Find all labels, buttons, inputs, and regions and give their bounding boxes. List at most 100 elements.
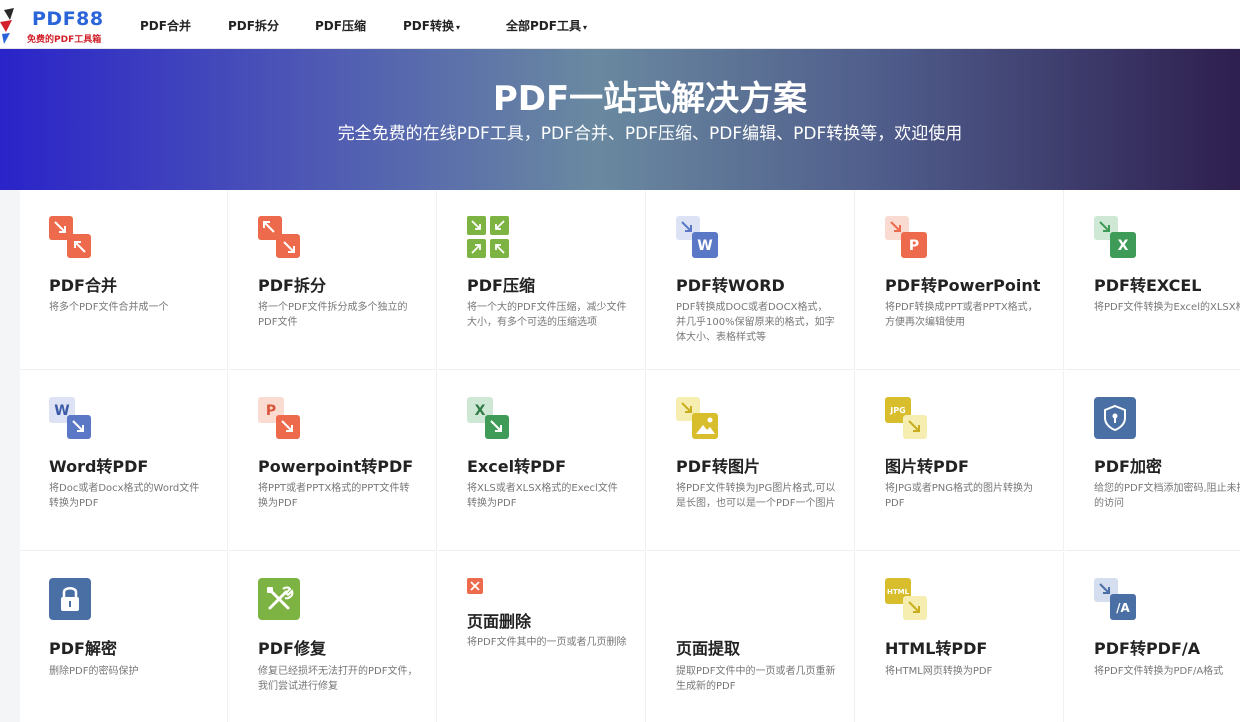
nav-merge[interactable]: PDF合并: [140, 17, 191, 34]
caret-down-icon: ▾: [582, 23, 587, 32]
caret-down-icon: ▾: [455, 23, 460, 32]
tool-title: 页面提取: [676, 639, 741, 658]
tool-description: 将PDF文件其中的一页或者几页删除: [467, 637, 627, 648]
tool-description: 将JPG或者PNG格式的图片转换为PDF: [885, 483, 1033, 509]
image-to-pdf-icon: JPG: [885, 397, 927, 439]
tool-title: PDF加密: [1094, 457, 1162, 476]
hero-banner: PDF一站式解决方案 完全免费的在线PDF工具，PDF合并、PDF压缩、PDF编…: [0, 49, 1240, 190]
tool-title: PDF转WORD: [676, 276, 785, 295]
tool-title: Excel转PDF: [467, 457, 567, 476]
badge-text: P: [909, 238, 919, 254]
tool-description: 将XLS或者XLSX格式的Execl文件转换为PDF: [467, 483, 618, 509]
tool-description: 将PPT或者PPTX格式的PPT文件转换为PDF: [258, 483, 410, 509]
badge-text: /A: [1116, 601, 1130, 615]
tool-title: 图片转PDF: [885, 457, 969, 476]
logo-mark-icon: [0, 8, 14, 44]
nav-all-tools-label: 全部PDF工具: [506, 19, 581, 33]
tool-title: PDF解密: [49, 639, 117, 658]
tool-title: 页面删除: [467, 612, 532, 631]
tool-title: HTML转PDF: [885, 639, 988, 658]
tool-description: 给您的PDF文档添加密码,阻止未授权的访问: [1094, 483, 1240, 509]
tool-card-pdf-to-pdfa[interactable]: /A PDF转PDF/A 将PDF文件转换为PDF/A格式: [1065, 552, 1240, 722]
tool-description: 将多个PDF文件合并成一个: [49, 302, 169, 313]
pdf-to-excel-icon: X: [1094, 216, 1136, 258]
site-logo[interactable]: PDF88 免费的PDF工具箱: [0, 4, 120, 46]
tool-card-pdf-to-word[interactable]: W PDF转WORD PDF转换成DOC或者DOCX格式，并几乎100%保留原来…: [647, 190, 855, 370]
tool-card-word-to-pdf[interactable]: W Word转PDF 将Doc或者Docx格式的Word文件转换为PDF: [20, 371, 228, 551]
nav-all-tools-dropdown[interactable]: 全部PDF工具 ▾: [506, 17, 587, 34]
logo-subtitle: 免费的PDF工具箱: [27, 35, 102, 45]
pdf-to-pdfa-icon: /A: [1094, 578, 1136, 620]
tool-card-extract-pages[interactable]: 页面提取 提取PDF文件中的一页或者几页重新生成新的PDF: [647, 552, 855, 722]
tool-card-ppt-to-pdf[interactable]: P Powerpoint转PDF 将PPT或者PPTX格式的PPT文件转换为PD…: [229, 371, 437, 551]
tool-title: PDF拆分: [258, 276, 326, 295]
tool-card-pdf-repair[interactable]: PDF修复 修复已经损坏无法打开的PDF文件，我们尝试进行修复: [229, 552, 437, 722]
pdf-to-ppt-icon: P: [885, 216, 927, 258]
compress-icon: [467, 216, 509, 258]
hero-subtitle: 完全免费的在线PDF工具，PDF合并、PDF压缩、PDF编辑、PDF转换等，欢迎…: [337, 124, 963, 144]
ppt-to-pdf-icon: P: [258, 397, 300, 439]
tool-description: 将PDF转换成PPT或者PPTX格式，方便再次编辑使用: [885, 302, 1038, 328]
nav-compress-label: PDF压缩: [315, 19, 366, 33]
tool-title: Powerpoint转PDF: [258, 457, 414, 476]
tool-title: PDF转图片: [676, 457, 760, 476]
tool-description: 将PDF文件转换为PDF/A格式: [1094, 666, 1224, 677]
tool-title: PDF转PowerPoint: [885, 276, 1041, 295]
badge-text: JPG: [889, 406, 905, 415]
tool-description: 将一个大的PDF文件压缩，减少文件大小，有多个可选的压缩选项: [467, 302, 627, 328]
tool-card-pdf-compress[interactable]: PDF压缩 将一个大的PDF文件压缩，减少文件大小，有多个可选的压缩选项: [438, 190, 646, 370]
tool-card-excel-to-pdf[interactable]: X Excel转PDF 将XLS或者XLSX格式的Execl文件转换为PDF: [438, 371, 646, 551]
tool-card-pdf-split[interactable]: PDF拆分 将一个PDF文件拆分成多个独立的PDF文件: [229, 190, 437, 370]
tool-description: 将HTML网页转换为PDF: [885, 666, 993, 677]
merge-icon: [49, 216, 91, 258]
nav-split-label: PDF拆分: [228, 19, 279, 33]
pdf-to-image-icon: [676, 397, 718, 439]
tool-title: PDF压缩: [467, 276, 535, 295]
tool-description: 将PDF文件转换为JPG图片格式,可以是长图，也可以是一个PDF一个图片: [676, 483, 836, 509]
pdf-to-word-icon: W: [676, 216, 718, 258]
nav-split[interactable]: PDF拆分: [228, 17, 279, 34]
word-to-pdf-icon: W: [49, 397, 91, 439]
badge-text: X: [1118, 238, 1129, 254]
tool-card-pdf-decrypt[interactable]: PDF解密 删除PDF的密码保护: [20, 552, 228, 722]
tool-title: Word转PDF: [49, 457, 149, 476]
tool-description: 将一个PDF文件拆分成多个独立的PDF文件: [258, 302, 408, 328]
split-icon: [258, 216, 300, 258]
tool-card-pdf-merge[interactable]: PDF合并 将多个PDF文件合并成一个: [20, 190, 228, 370]
nav-convert-dropdown[interactable]: PDF转换 ▾: [403, 17, 460, 34]
shield-icon: [1094, 397, 1136, 439]
nav-compress[interactable]: PDF压缩: [315, 17, 366, 34]
tool-title: PDF转EXCEL: [1094, 276, 1202, 295]
tool-description: 修复已经损坏无法打开的PDF文件，我们尝试进行修复: [258, 666, 418, 692]
badge-text: X: [475, 403, 486, 419]
tool-card-image-to-pdf[interactable]: JPG 图片转PDF 将JPG或者PNG格式的图片转换为PDF: [856, 371, 1064, 551]
tool-description: 将Doc或者Docx格式的Word文件转换为PDF: [49, 483, 200, 509]
hero-title: PDF一站式解决方案: [492, 79, 808, 119]
tool-description: 提取PDF文件中的一页或者几页重新生成新的PDF: [676, 666, 836, 692]
tool-title: PDF修复: [258, 639, 326, 658]
excel-to-pdf-icon: X: [467, 397, 509, 439]
lock-icon: [49, 578, 91, 620]
nav-merge-label: PDF合并: [140, 19, 191, 33]
top-header: PDF88 免费的PDF工具箱 PDF合并 PDF拆分 PDF压缩 PDF转换 ▾…: [0, 0, 1240, 49]
badge-text: HTML: [887, 588, 910, 596]
tool-title: PDF转PDF/A: [1094, 639, 1201, 658]
tool-card-html-to-pdf[interactable]: HTML HTML转PDF 将HTML网页转换为PDF: [856, 552, 1064, 722]
tool-card-pdf-encrypt[interactable]: PDF加密 给您的PDF文档添加密码,阻止未授权的访问: [1065, 371, 1240, 551]
tool-card-pdf-to-image[interactable]: PDF转图片 将PDF文件转换为JPG图片格式,可以是长图，也可以是一个PDF一…: [647, 371, 855, 551]
tool-description: 删除PDF的密码保护: [49, 666, 139, 677]
nav-convert-label: PDF转换: [403, 19, 454, 33]
tool-description: PDF转换成DOC或者DOCX格式，并几乎100%保留原来的格式，如字体大小、表…: [676, 302, 835, 343]
tool-title: PDF合并: [49, 276, 117, 295]
tool-card-pdf-to-ppt[interactable]: P PDF转PowerPoint 将PDF转换成PPT或者PPTX格式，方便再次…: [856, 190, 1064, 370]
badge-text: W: [697, 238, 712, 254]
badge-text: P: [266, 403, 276, 419]
tool-description: 将PDF文件转换为Excel的XLSX格式: [1094, 302, 1240, 313]
html-to-pdf-icon: HTML: [885, 578, 927, 620]
tool-card-pdf-to-excel[interactable]: X PDF转EXCEL 将PDF文件转换为Excel的XLSX格式: [1065, 190, 1240, 370]
logo-title: PDF88: [32, 8, 104, 30]
tool-card-delete-pages[interactable]: 页面删除 将PDF文件其中的一页或者几页删除: [438, 552, 646, 722]
delete-page-icon: [467, 578, 483, 594]
tool-grid: PDF合并 将多个PDF文件合并成一个 PDF拆分 将一个PDF文件拆分成多个独…: [20, 190, 1240, 722]
repair-tools-icon: [258, 578, 300, 620]
